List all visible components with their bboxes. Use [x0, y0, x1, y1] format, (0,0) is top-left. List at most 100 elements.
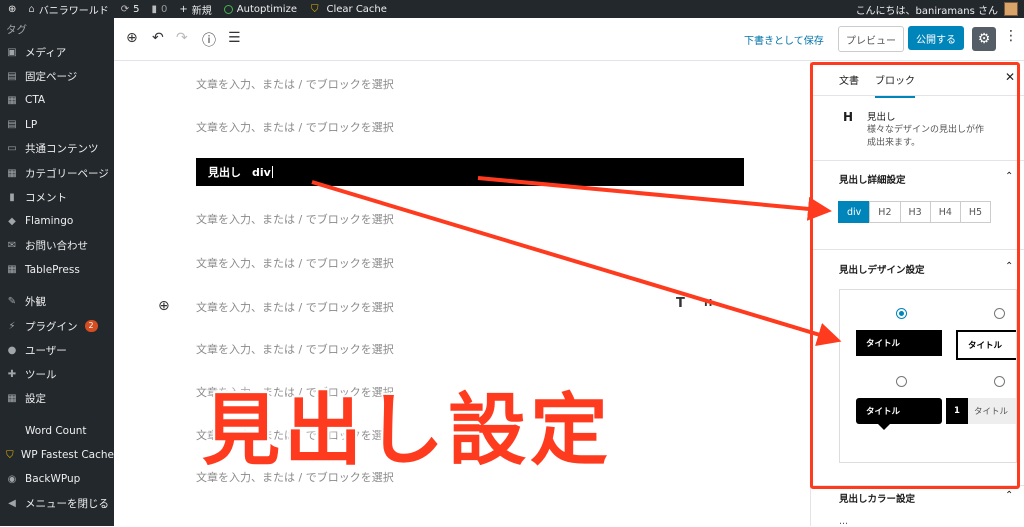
cta-icon: ▦: [7, 94, 17, 106]
inserter-plus-icon[interactable]: ⊕: [158, 298, 170, 314]
preview-button[interactable]: プレビュー: [838, 26, 904, 52]
design-radio-1[interactable]: [896, 308, 907, 319]
sidebar-item-pages[interactable]: ▤ 固定ページ: [0, 64, 114, 88]
heading-block[interactable]: 見出し div: [196, 158, 744, 186]
sidebar-item-lp[interactable]: ▤ LP: [0, 113, 114, 137]
site-name-link[interactable]: ⌂ バニラワールド: [28, 2, 108, 17]
overlay-title: 見出し設定: [202, 386, 613, 476]
tab-block[interactable]: ブロック: [875, 72, 915, 98]
sidebar-item-comments[interactable]: ▮ コメント: [0, 185, 114, 209]
level-h2-button[interactable]: H2: [869, 201, 901, 223]
cache-shield-icon: ⛉: [310, 3, 319, 15]
design-option-2[interactable]: タイトル: [956, 330, 1016, 360]
flamingo-icon: ◆: [8, 215, 16, 227]
info-icon[interactable]: ⓘ: [202, 30, 216, 50]
comment-icon: ▮: [9, 191, 15, 203]
account-menu[interactable]: こんにちは、baniramans さん: [856, 2, 1018, 17]
chevron-up-icon[interactable]: ⌃: [1005, 171, 1013, 182]
sidebar-item-appearance[interactable]: ✎ 外観: [0, 290, 114, 314]
paragraph-placeholder[interactable]: 文章を入力、または / でブロックを選択: [196, 119, 394, 135]
block-description: 様々なデザインの見出しが作成出来ます。: [867, 125, 985, 148]
sidebar-item-users[interactable]: ● ユーザー: [0, 338, 114, 362]
format-text-icon[interactable]: T: [676, 296, 685, 311]
table-icon: ▦: [7, 264, 17, 276]
sidebar-item-tablepress[interactable]: ▦ TablePress: [0, 258, 114, 282]
plus-icon: +: [179, 3, 188, 15]
media-icon: ▣: [7, 46, 17, 58]
sidebar-item-wp-fastest-cache[interactable]: ⛉ WP Fastest Cache: [0, 443, 114, 467]
redo-icon[interactable]: ↷: [176, 30, 188, 46]
publish-button[interactable]: 公開する: [908, 26, 964, 50]
comments-link[interactable]: ▮ 0: [152, 4, 168, 15]
chevron-up-icon[interactable]: ⌃: [1005, 490, 1013, 501]
home-icon: ⌂: [28, 3, 35, 15]
category-icon: ▦: [7, 167, 17, 179]
heading-level-selector: div H2 H3 H4 H5: [838, 201, 992, 223]
sidebar-item-tags[interactable]: タグ: [0, 18, 114, 40]
outline-icon[interactable]: ☰: [228, 30, 241, 46]
avatar: [1004, 2, 1018, 16]
design-options: タイトル タイトル タイトル 1 タイトル: [839, 289, 1017, 463]
paragraph-placeholder[interactable]: 文章を入力、または / でブロックを選択: [196, 76, 394, 92]
new-content-link[interactable]: + 新規: [179, 2, 211, 17]
level-h3-button[interactable]: H3: [899, 201, 931, 223]
tab-document[interactable]: 文書: [839, 72, 859, 87]
updates-link[interactable]: ⟳ 5: [121, 4, 140, 15]
level-h5-button[interactable]: H5: [959, 201, 992, 223]
sidebar-item-word-count[interactable]: Word Count: [0, 419, 114, 443]
plugin-icon: ⚡: [8, 320, 16, 332]
settings-icon: ▦: [7, 393, 17, 405]
save-draft-button[interactable]: 下書きとして保存: [744, 32, 824, 47]
status-ring-icon: [223, 4, 233, 14]
format-heading-icon[interactable]: H: [704, 298, 712, 309]
more-options-icon[interactable]: ⋮: [1004, 28, 1018, 44]
paragraph-placeholder[interactable]: 文章を入力、または / でブロックを選択: [196, 341, 394, 357]
admin-bar: ⊕ ⌂ バニラワールド ⟳ 5 ▮ 0 + 新規 Autoptimize ⛉ Clear …: [0, 0, 1024, 18]
paragraph-placeholder[interactable]: 文章を入力、または / でブロックを選択: [196, 299, 394, 315]
design-option-4-number[interactable]: 1: [946, 398, 968, 424]
plugin-update-badge: 2: [84, 320, 98, 333]
sidebar-item-cta[interactable]: ▦ CTA: [0, 88, 114, 112]
sidebar-item-plugins[interactable]: ⚡ プラグイン 2: [0, 314, 114, 338]
block-settings-panel: 文書 ブロック ✕ H 見出し 様々なデザインの見出しが作成出来ます。 見出し詳…: [810, 61, 1024, 527]
menu-separator: [0, 282, 114, 290]
sidebar-item-common-content[interactable]: ▭ 共通コンテンツ: [0, 137, 114, 161]
block-card: H 見出し 様々なデザインの見出しが作成出来ます。: [811, 96, 1024, 161]
wp-logo-icon[interactable]: ⊕: [8, 4, 16, 15]
paragraph-placeholder[interactable]: 文章を入力、または / でブロックを選択: [196, 211, 394, 227]
design-radio-3[interactable]: [896, 376, 907, 387]
paragraph-placeholder[interactable]: 文章を入力、または / でブロックを選択: [196, 255, 394, 271]
design-option-1[interactable]: タイトル: [856, 330, 942, 356]
autoptimize-link[interactable]: Autoptimize: [223, 4, 297, 15]
design-settings-title[interactable]: 見出しデザイン設定: [839, 262, 925, 276]
level-div-button[interactable]: div: [838, 201, 871, 223]
color-settings-title[interactable]: 見出しカラー設定: [839, 491, 915, 505]
detail-settings-title[interactable]: 見出し詳細設定: [839, 172, 906, 186]
clear-cache-link[interactable]: ⛉ Clear Cache: [311, 4, 387, 15]
admin-sidebar: タグ ▣ メディア ▤ 固定ページ ▦ CTA ▤ LP ▭ 共通コンテンツ ▦ カテゴリー…: [0, 18, 114, 526]
sidebar-item-contact[interactable]: ✉ お問い合わせ: [0, 234, 114, 258]
block-title: 見出し: [867, 112, 896, 123]
settings-gear-icon[interactable]: ⚙: [972, 27, 996, 51]
design-option-3[interactable]: タイトル: [856, 398, 942, 424]
sidebar-item-tools[interactable]: ✚ ツール: [0, 362, 114, 386]
tools-icon: ✚: [7, 369, 17, 381]
level-h4-button[interactable]: H4: [929, 201, 961, 223]
collapse-menu-button[interactable]: ◀ メニューを閉じる: [0, 491, 114, 515]
sidebar-item-category-page[interactable]: ▦ カテゴリーページ: [0, 161, 114, 185]
sidebar-item-media[interactable]: ▣ メディア: [0, 40, 114, 64]
editor-toolbar: ⊕ ↶ ↷ ⓘ ☰ 下書きとして保存 プレビュー 公開する ⚙ ⋮: [114, 18, 1024, 61]
sidebar-item-flamingo[interactable]: ◆ Flamingo: [0, 209, 114, 233]
add-block-icon[interactable]: ⊕: [126, 30, 138, 46]
design-radio-2[interactable]: [994, 308, 1005, 319]
sidebar-item-settings[interactable]: ▦ 設定: [0, 387, 114, 411]
heading-block-icon: H: [843, 110, 854, 124]
collapse-icon: ◀: [8, 497, 16, 509]
sidebar-item-backwpup[interactable]: ◉ BackWPup: [0, 467, 114, 491]
design-option-4[interactable]: タイトル: [968, 398, 1016, 424]
chevron-up-icon[interactable]: ⌃: [1005, 261, 1013, 272]
design-radio-4[interactable]: [994, 376, 1005, 387]
undo-icon[interactable]: ↶: [152, 30, 164, 46]
speech-tail: [878, 424, 890, 430]
close-icon[interactable]: ✕: [1005, 70, 1015, 84]
